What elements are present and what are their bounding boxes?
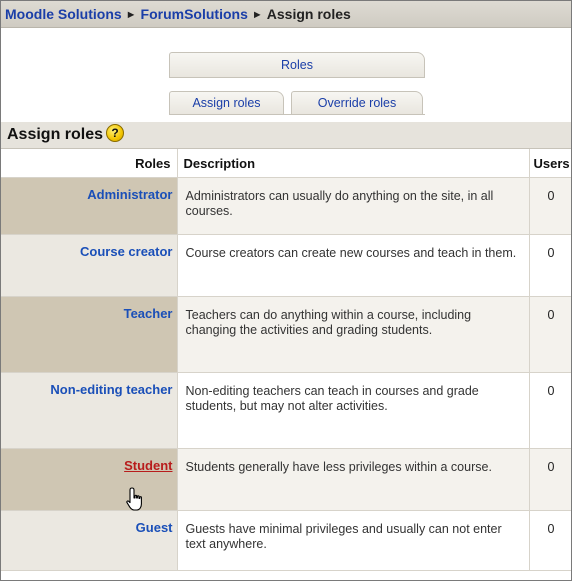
role-link-non-editing-teacher[interactable]: Non-editing teacher bbox=[50, 382, 172, 397]
role-cell: Guest bbox=[1, 510, 177, 571]
tab-roles[interactable]: Roles bbox=[169, 52, 425, 77]
column-header-users: Users bbox=[528, 149, 571, 178]
table-row: Guest Guests have minimal privileges and… bbox=[1, 510, 571, 571]
breadcrumb-separator-icon: ► bbox=[125, 9, 137, 21]
role-cell: Student bbox=[1, 448, 177, 511]
table-row: Student Students generally have less pri… bbox=[1, 448, 571, 511]
tab-override-roles[interactable]: Override roles bbox=[291, 91, 423, 114]
role-link-course-creator[interactable]: Course creator bbox=[80, 244, 172, 259]
role-description: Non-editing teachers can teach in course… bbox=[176, 372, 529, 449]
role-link-student[interactable]: Student bbox=[124, 458, 172, 473]
role-users-count: 0 bbox=[528, 296, 571, 373]
role-cell: Administrator bbox=[1, 177, 177, 235]
table-header-row: Roles Description Users bbox=[1, 149, 571, 178]
role-users-count: 0 bbox=[528, 510, 571, 571]
column-header-roles: Roles bbox=[1, 149, 177, 178]
tab-divider bbox=[169, 77, 425, 78]
browser-frame: Moodle Solutions ► ForumSolutions ► Assign r… bbox=[0, 0, 572, 581]
role-users-count: 0 bbox=[528, 177, 571, 235]
breadcrumb-site-link[interactable]: Moodle Solutions bbox=[5, 6, 122, 22]
role-description: Guests have minimal privileges and usual… bbox=[176, 510, 529, 571]
table-row: Teacher Teachers can do anything within … bbox=[1, 296, 571, 373]
breadcrumb-separator-icon: ► bbox=[251, 9, 263, 21]
tab-divider bbox=[169, 114, 425, 115]
role-description: Course creators can create new courses a… bbox=[176, 234, 529, 297]
role-link-guest[interactable]: Guest bbox=[136, 520, 173, 535]
role-users-count: 0 bbox=[528, 372, 571, 449]
role-link-teacher[interactable]: Teacher bbox=[124, 306, 173, 321]
role-description: Students generally have less privileges … bbox=[176, 448, 529, 511]
table-row: Course creator Course creators can creat… bbox=[1, 234, 571, 297]
breadcrumb-course-link[interactable]: ForumSolutions bbox=[141, 6, 248, 22]
page-heading: Assign roles? bbox=[1, 122, 571, 149]
roles-table: Roles Description Users Administrator Ad… bbox=[1, 149, 571, 571]
role-cell: Course creator bbox=[1, 234, 177, 297]
breadcrumb-current: Assign roles bbox=[266, 6, 351, 22]
page-title: Assign roles bbox=[7, 126, 104, 143]
role-cell: Non-editing teacher bbox=[1, 372, 177, 449]
column-header-description: Description bbox=[176, 149, 529, 178]
hand-pointer-icon bbox=[126, 487, 142, 511]
breadcrumb: Moodle Solutions ► ForumSolutions ► Assign r… bbox=[1, 1, 571, 28]
role-description: Administrators can usually do anything o… bbox=[176, 177, 529, 235]
help-icon[interactable]: ? bbox=[106, 123, 125, 142]
role-description: Teachers can do anything within a course… bbox=[176, 296, 529, 373]
table-row: Administrator Administrators can usually… bbox=[1, 177, 571, 235]
table-row: Non-editing teacher Non-editing teachers… bbox=[1, 372, 571, 449]
role-cell: Teacher bbox=[1, 296, 177, 373]
role-link-administrator[interactable]: Administrator bbox=[87, 187, 172, 202]
tab-assign-roles[interactable]: Assign roles bbox=[169, 91, 284, 114]
role-users-count: 0 bbox=[528, 448, 571, 511]
role-users-count: 0 bbox=[528, 234, 571, 297]
